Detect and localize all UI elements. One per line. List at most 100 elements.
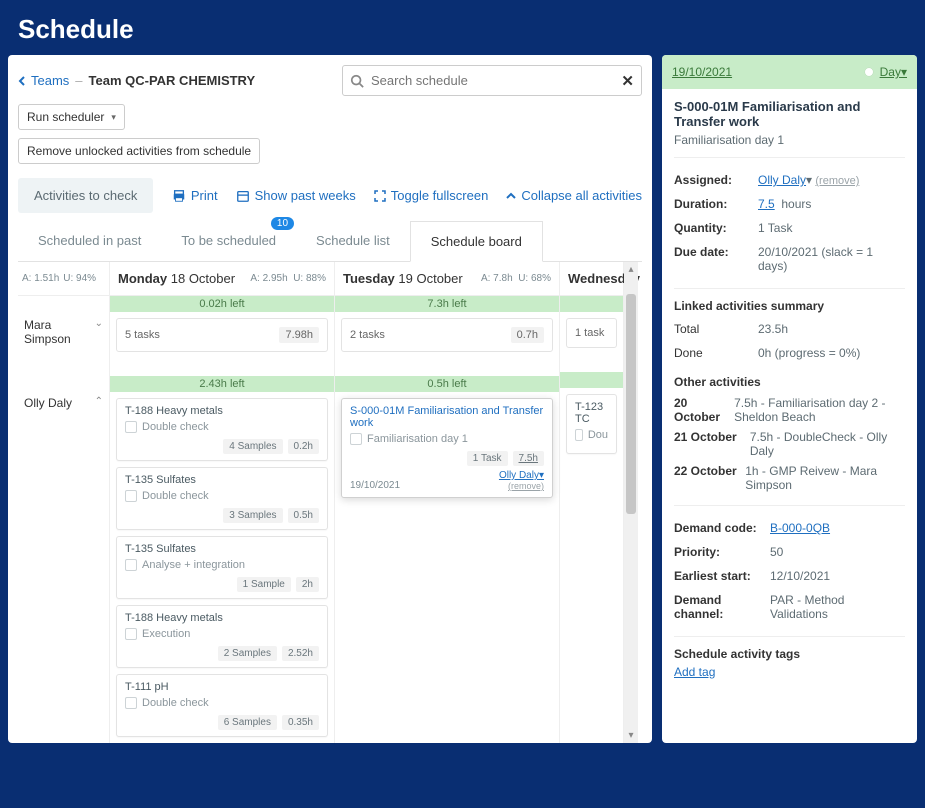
scroll-down-icon[interactable]: ▾	[624, 730, 638, 741]
tab-scheduled-in-past[interactable]: Scheduled in past	[18, 221, 161, 261]
task-hours: 7.98h	[279, 327, 319, 343]
task-card[interactable]: T-188 Heavy metals Execution 2 Samples2.…	[116, 605, 328, 668]
priority-label: Priority:	[674, 545, 766, 559]
run-scheduler-button[interactable]: Run scheduler	[18, 104, 125, 130]
task-pill: 4 Samples	[223, 439, 282, 454]
breadcrumb-separator: –	[75, 73, 82, 88]
demand-code-label: Demand code:	[674, 521, 766, 535]
task-pill-hours: 2h	[296, 577, 319, 592]
checkbox-icon[interactable]	[125, 559, 137, 571]
task-subtitle: Double check	[142, 490, 209, 502]
chevron-up-icon[interactable]: ⌃	[95, 396, 103, 407]
assigned-value-link[interactable]: Olly Daly	[758, 173, 806, 187]
assigned-label: Assigned:	[674, 173, 754, 187]
task-card-selected[interactable]: S-000-01M Familiarisation and Transfer w…	[341, 398, 553, 498]
task-card[interactable]: T-135 Sulfates Analyse + integration 1 S…	[116, 536, 328, 599]
task-title: T-135 Sulfates	[125, 474, 319, 486]
person-mara[interactable]: Mara Simpson ⌄	[18, 310, 109, 374]
add-tag-link[interactable]: Add tag	[674, 665, 715, 679]
day-column-tuesday: Tuesday 19 October A: 7.8h U: 68% 7.3h l…	[335, 262, 560, 743]
scroll-thumb[interactable]	[626, 294, 636, 514]
expand-icon	[374, 190, 386, 202]
duration-unit: hours	[781, 197, 811, 211]
task-pill-hours: 2.52h	[282, 646, 319, 661]
collapse-label: Collapse all activities	[521, 188, 642, 203]
day-header: Monday 18 October	[118, 271, 235, 286]
task-pill: 3 Samples	[223, 508, 282, 523]
breadcrumb: Teams – Team QC-PAR CHEMISTRY	[18, 73, 255, 88]
task-summary-card[interactable]: 5 tasks 7.98h	[116, 318, 328, 352]
tab-schedule-board[interactable]: Schedule board	[410, 221, 543, 262]
channel-label: Demand channel:	[674, 593, 766, 621]
other-activity-text: 7.5h - DoubleCheck - Olly Daly	[750, 430, 905, 458]
calendar-icon	[236, 189, 250, 203]
task-pill-hours: 0.2h	[288, 439, 319, 454]
assigned-remove-link[interactable]: (remove)	[815, 175, 859, 187]
vertical-scrollbar[interactable]: ▴ ▾	[624, 262, 638, 743]
task-card[interactable]: T-188 Heavy metals Double check 4 Sample…	[116, 398, 328, 461]
show-past-weeks-link[interactable]: Show past weeks	[236, 188, 356, 203]
period-selector[interactable]: Day▾	[880, 65, 907, 79]
person-name: Mara Simpson	[24, 318, 95, 346]
clear-icon[interactable]: ✕	[621, 72, 634, 90]
person-olly[interactable]: Olly Daly ⌃	[18, 388, 109, 418]
checkbox-icon[interactable]	[125, 490, 137, 502]
detail-date-link[interactable]: 19/10/2021	[672, 65, 732, 79]
earliest-label: Earliest start:	[674, 569, 766, 583]
other-activities-title: Other activities	[674, 375, 905, 389]
breadcrumb-teams-label: Teams	[31, 73, 69, 88]
task-remove-link[interactable]: (remove)	[499, 481, 544, 491]
checkbox-icon[interactable]	[125, 628, 137, 640]
task-title: T-111 pH	[125, 681, 319, 693]
search-input[interactable]	[342, 65, 642, 96]
task-subtitle: Analyse + integration	[142, 559, 245, 571]
quantity-value: 1 Task	[758, 221, 905, 235]
arrow-left-icon	[18, 76, 28, 86]
task-pill-hours: 0.5h	[288, 508, 319, 523]
toggle-fullscreen-link[interactable]: Toggle fullscreen	[374, 188, 489, 203]
task-count: 5 tasks	[125, 329, 160, 341]
total-label: Total	[674, 322, 754, 336]
other-activity-row: 20 October7.5h - Familiarisation day 2 -…	[674, 393, 905, 427]
duration-value-link[interactable]: 7.5	[758, 197, 775, 211]
collapse-all-link[interactable]: Collapse all activities	[506, 188, 642, 203]
tab-to-be-scheduled[interactable]: To be scheduled 10	[161, 221, 296, 261]
duration-label: Duration:	[674, 197, 754, 211]
print-link[interactable]: Print	[172, 188, 218, 203]
task-summary-card[interactable]: 2 tasks 0.7h	[341, 318, 553, 352]
board-summary-header: A: 1.51h U: 94%	[18, 262, 109, 296]
task-pill-hours[interactable]: 7.5h	[513, 451, 544, 466]
summary-a: A: 1.51h	[22, 273, 59, 284]
checkbox-icon[interactable]	[125, 421, 137, 433]
person-name: Olly Daly	[24, 396, 72, 410]
task-pill: 6 Samples	[218, 715, 277, 730]
tab-schedule-list[interactable]: Schedule list	[296, 221, 410, 261]
task-pill-hours: 0.35h	[282, 715, 319, 730]
activities-to-check-tab[interactable]: Activities to check	[18, 178, 153, 213]
task-card[interactable]: T-111 pH Double check 6 Samples0.35h	[116, 674, 328, 737]
day-column-monday: Monday 18 October A: 2.95h U: 88% 0.02h …	[110, 262, 335, 743]
period-dot-icon	[864, 67, 874, 77]
checkbox-icon[interactable]	[350, 433, 362, 445]
breadcrumb-teams-link[interactable]: Teams	[18, 73, 69, 88]
chevron-down-icon[interactable]: ⌄	[95, 318, 103, 329]
scroll-up-icon[interactable]: ▴	[624, 264, 638, 275]
channel-value: PAR - Method Validations	[770, 593, 905, 621]
remove-unlocked-button[interactable]: Remove unlocked activities from schedule	[18, 138, 260, 164]
demand-code-link[interactable]: B-000-0QB	[770, 521, 830, 535]
checkbox-icon[interactable]	[125, 697, 137, 709]
task-count: 1 task	[575, 327, 604, 339]
task-title: T-188 Heavy metals	[125, 612, 319, 624]
checkbox-icon[interactable]	[575, 429, 583, 441]
task-card[interactable]: T-135 Sulfates Double check 3 Samples 0.5…	[116, 467, 328, 530]
done-label: Done	[674, 346, 754, 360]
task-pill: 1 Sample	[237, 577, 291, 592]
task-summary-card[interactable]: 1 task	[566, 318, 617, 348]
print-icon	[172, 189, 186, 203]
other-activity-date: 20 October	[674, 396, 726, 424]
hours-left-bar: 0.02h left	[110, 296, 334, 312]
hours-left-bar: 0.5h left	[335, 376, 559, 392]
task-assignee-link[interactable]: Olly Daly▾	[499, 470, 544, 481]
task-pill: 1 Task	[467, 451, 508, 466]
task-card[interactable]: T-123 TC Dou	[566, 394, 617, 454]
